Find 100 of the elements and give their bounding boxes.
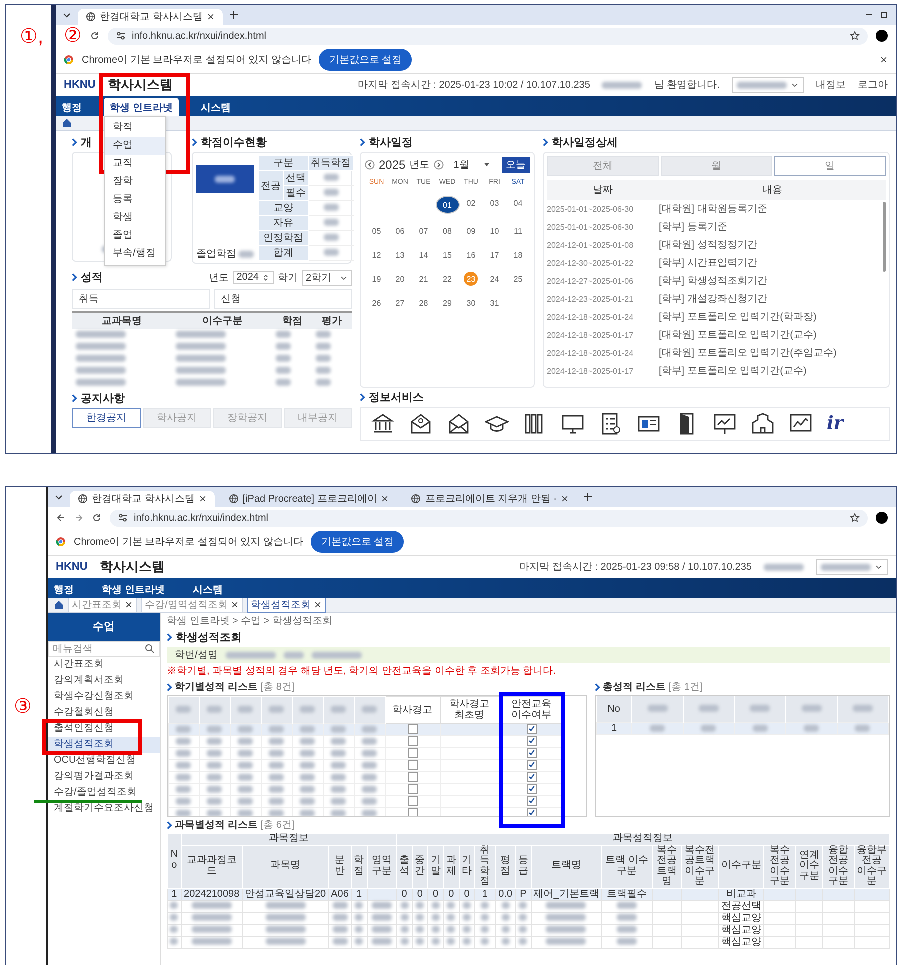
close-icon[interactable] [125, 601, 133, 609]
menu-item[interactable]: 교직 [105, 155, 165, 173]
page-tab[interactable]: 수강/영역성적조회 [141, 597, 243, 613]
back-icon[interactable] [56, 513, 66, 523]
sidebar-item[interactable]: 강의계획서조회 [48, 673, 160, 689]
checkbox[interactable] [526, 808, 536, 816]
table-row[interactable]: 전공선택 [168, 900, 890, 912]
notice-tab[interactable]: 한경공지 [72, 408, 140, 428]
site-settings-icon[interactable] [118, 513, 128, 523]
table-row[interactable]: 핵심교양 [168, 912, 890, 924]
select-field[interactable] [816, 559, 888, 575]
previous-icon[interactable] [365, 160, 375, 170]
browser-tab[interactable]: 한경대학교 학사시스템 [70, 491, 215, 507]
search-field[interactable]: 메뉴검색 [48, 641, 160, 657]
menu-item[interactable]: 졸업 [105, 227, 165, 245]
star-icon[interactable] [850, 31, 860, 41]
page-tab[interactable]: 시간표조회 [68, 597, 137, 613]
checkbox[interactable] [408, 736, 418, 746]
checkbox[interactable] [408, 772, 418, 782]
nav-tab[interactable]: 시스템 [186, 580, 229, 598]
next-icon[interactable] [434, 160, 444, 170]
menu-item[interactable]: 장학 [105, 173, 165, 191]
calendar-day[interactable]: 20 [393, 272, 408, 286]
month-dropdown[interactable]: 1월 [454, 158, 498, 172]
forward-icon[interactable] [74, 513, 84, 523]
ir-logo[interactable]: ir [827, 415, 844, 433]
calendar-day[interactable]: 04 [511, 196, 526, 210]
nav-tab[interactable]: 학생 인트라넷 [104, 98, 179, 116]
checkbox[interactable] [526, 796, 536, 806]
sidebar-item[interactable]: 수강철회신청 [48, 705, 160, 721]
spinner-arrows-icon[interactable] [262, 274, 270, 282]
browser-tab[interactable]: 한경대학교 학사시스템 [78, 9, 223, 25]
select-field[interactable] [732, 77, 804, 93]
close-icon[interactable] [314, 601, 322, 609]
calendar-day[interactable]: 22 [440, 272, 454, 286]
set-default-button[interactable]: 기본값으로 설정 [319, 49, 412, 71]
sidebar-item[interactable]: 강의평가결과조회 [48, 769, 160, 785]
calendar-day[interactable]: 28 [416, 296, 431, 310]
checkbox[interactable] [526, 736, 536, 746]
profile-avatar[interactable] [876, 30, 888, 42]
sidebar-item[interactable]: 출석인정신청 [48, 721, 160, 737]
calendar-day[interactable]: 26 [370, 296, 384, 310]
calendar-day[interactable]: 07 [416, 224, 431, 238]
close-icon[interactable] [880, 56, 888, 64]
scrollbar[interactable] [883, 202, 886, 272]
envelope-person-icon[interactable] [409, 412, 433, 436]
checkbox[interactable] [408, 760, 418, 770]
restore-icon[interactable] [880, 10, 890, 20]
calendar-day[interactable]: 08 [440, 224, 454, 238]
calendar-day[interactable]: 27 [393, 296, 408, 310]
menu-item[interactable]: 학생 [105, 209, 165, 227]
nav-tab[interactable]: 학생 인트라넷 [96, 580, 171, 598]
header-link[interactable]: 내정보 [816, 78, 846, 92]
sidebar-item[interactable]: 수강/졸업성적조회 [48, 785, 160, 801]
calendar-day[interactable]: 30 [464, 296, 478, 310]
close-icon[interactable] [230, 601, 239, 609]
school-building-icon[interactable] [751, 412, 775, 436]
sidebar-item[interactable]: 계절학기수요조사신청 [48, 801, 160, 817]
nav-tab[interactable]: 행정 [56, 98, 88, 116]
calendar-day[interactable]: 29 [440, 296, 454, 310]
menu-item[interactable]: 학적 [105, 119, 165, 137]
calendar-day[interactable]: 11 [511, 224, 526, 238]
calendar-day[interactable]: 16 [464, 248, 478, 262]
envelope-icon[interactable] [447, 412, 471, 436]
set-default-button[interactable]: 기본값으로 설정 [311, 531, 404, 553]
checkbox[interactable] [408, 724, 418, 734]
reload-icon[interactable] [90, 31, 100, 41]
presentation-board-icon[interactable] [713, 412, 737, 436]
checkbox[interactable] [526, 724, 536, 734]
sidebar-item[interactable]: 시간표조회 [48, 657, 160, 673]
calendar-day[interactable]: 15 [440, 248, 454, 262]
checkbox[interactable] [526, 760, 536, 770]
close-icon[interactable] [560, 495, 569, 503]
calendar-day[interactable]: 05 [370, 224, 384, 238]
today-button[interactable]: 오늘 [502, 157, 530, 173]
calendar-day[interactable]: 17 [488, 248, 502, 262]
new-tab-icon[interactable] [582, 492, 593, 502]
reload-icon[interactable] [92, 513, 102, 523]
calendar-day[interactable]: 24 [488, 272, 502, 286]
table-row[interactable]: 핵심교양 [168, 924, 890, 936]
checkbox[interactable] [526, 748, 536, 758]
calendar-day[interactable]: 03 [488, 196, 502, 210]
calendar-day[interactable]: 06 [393, 224, 408, 238]
calendar-day[interactable]: 12 [370, 248, 384, 262]
site-settings-icon[interactable] [116, 31, 126, 41]
home-icon[interactable] [54, 600, 64, 610]
calendar-day[interactable]: 21 [416, 272, 431, 286]
menu-item[interactable]: 부속/행정 [105, 245, 165, 263]
calendar-day[interactable]: 13 [393, 248, 408, 262]
url-field[interactable]: info.hknu.ac.kr/nxui/index.html [110, 510, 868, 526]
close-icon[interactable] [198, 495, 207, 503]
schedule-tab[interactable]: 일 [774, 156, 886, 176]
close-icon[interactable] [381, 495, 390, 503]
calendar-day[interactable]: 18 [511, 248, 526, 262]
checkbox[interactable] [526, 772, 536, 782]
new-tab-icon[interactable] [228, 10, 239, 20]
calendar-day[interactable]: 31 [488, 296, 502, 310]
sidebar-item[interactable]: 학생수강신청조회 [48, 689, 160, 705]
checkbox[interactable] [408, 784, 418, 794]
calendar-day[interactable]: 01 [436, 196, 460, 214]
